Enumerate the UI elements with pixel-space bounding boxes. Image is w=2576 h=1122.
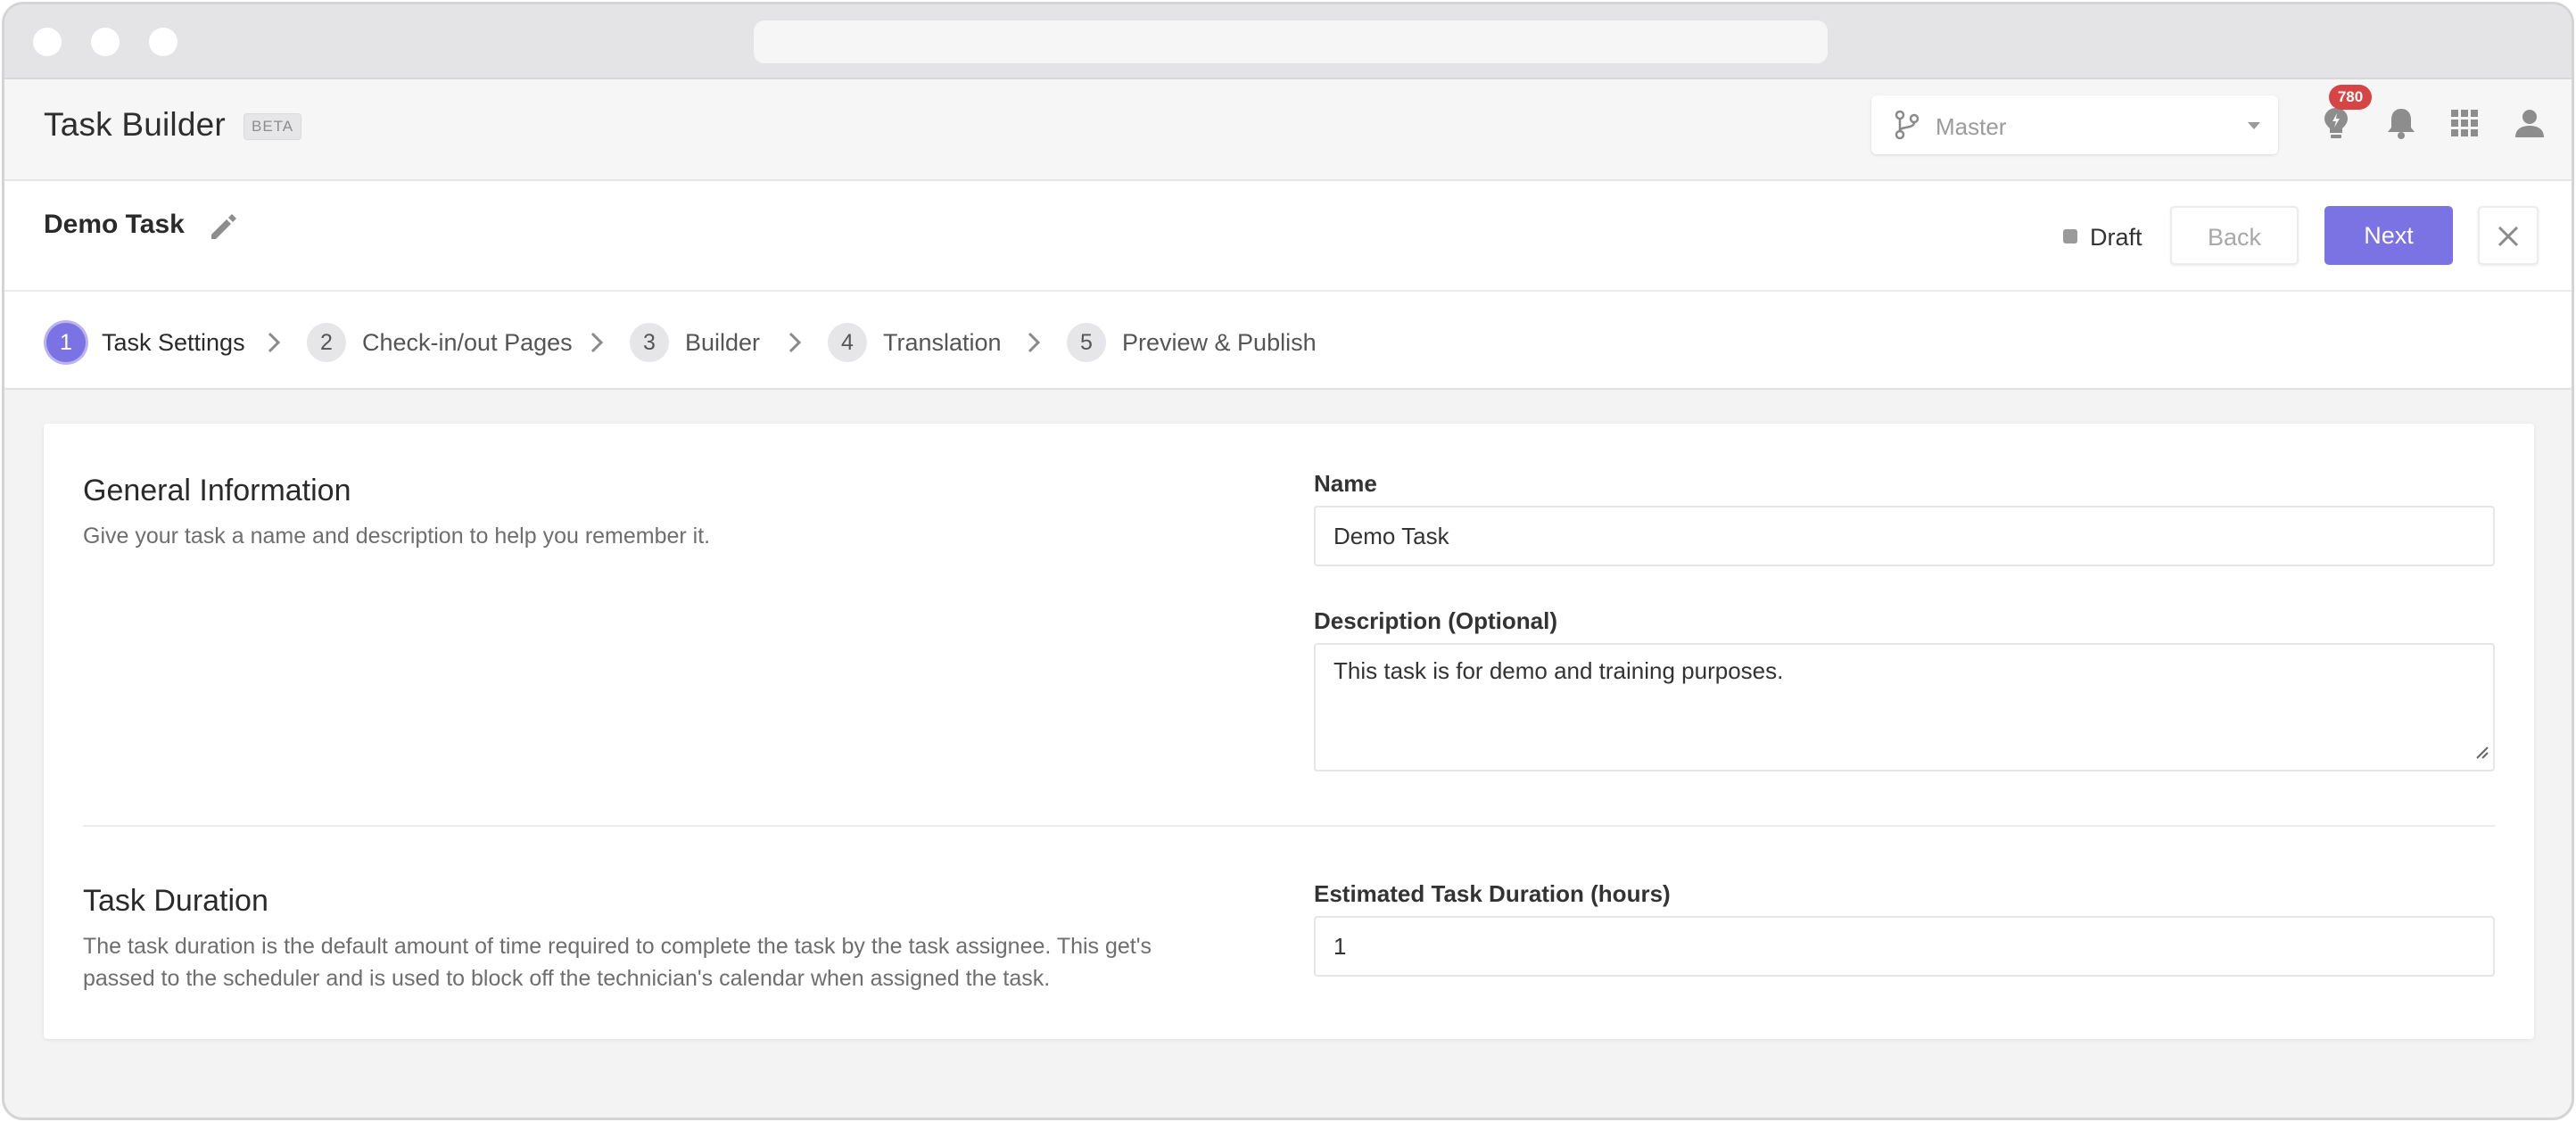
name-input[interactable]: Demo Task: [1314, 506, 2495, 566]
task-duration-description-line1: The task duration is the default amount …: [83, 934, 1152, 959]
resize-handle-icon[interactable]: [2473, 738, 2489, 766]
close-icon: [2498, 226, 2519, 247]
app-header: Task Builder BETA Master 780: [4, 79, 2572, 181]
next-button[interactable]: Next: [2324, 206, 2453, 265]
chevron-right-icon: [1027, 331, 1041, 359]
pencil-icon[interactable]: [208, 211, 238, 246]
browser-window: Task Builder BETA Master 780 Demo Task D…: [2, 2, 2574, 1120]
status-dot: [2063, 229, 2077, 243]
lightbulb-icon[interactable]: [2322, 106, 2350, 146]
chevron-down-icon: [2248, 122, 2260, 129]
notification-count-badge: 780: [2329, 85, 2372, 110]
step-task-settings[interactable]: 1 Task Settings: [46, 322, 245, 363]
branch-label: Master: [1936, 113, 2007, 140]
step-progress-bar: 1 Task Settings 2 Check-in/out Pages 3 B…: [4, 292, 2572, 390]
chevron-right-icon: [590, 331, 604, 359]
task-settings-card: General Information Give your task a nam…: [44, 424, 2534, 1039]
chevron-right-icon: [788, 331, 802, 359]
step-label: Translation: [883, 328, 1002, 356]
general-information-title: General Information: [83, 474, 351, 507]
duration-label: Estimated Task Duration (hours): [1314, 880, 1671, 907]
step-label: Preview & Publish: [1122, 328, 1317, 356]
step-label: Task Settings: [102, 328, 245, 356]
name-label: Name: [1314, 470, 1377, 497]
description-text: This task is for demo and training purpo…: [1333, 657, 1784, 684]
back-button[interactable]: Back: [2170, 206, 2299, 265]
browser-titlebar: [4, 4, 2572, 79]
duration-input[interactable]: 1: [1314, 916, 2495, 977]
step-preview-publish[interactable]: 5 Preview & Publish: [1067, 322, 1317, 363]
window-close-dot[interactable]: [33, 28, 62, 56]
step-number: 5: [1067, 323, 1106, 362]
description-textarea[interactable]: This task is for demo and training purpo…: [1314, 643, 2495, 771]
general-information-description: Give your task a name and description to…: [83, 524, 711, 549]
window-maximize-dot[interactable]: [149, 28, 178, 56]
step-number: 3: [630, 323, 669, 362]
status-badge: Draft: [2063, 224, 2143, 252]
task-name-heading: Demo Task: [44, 210, 185, 239]
bell-icon[interactable]: [2386, 106, 2416, 144]
step-number: 1: [46, 323, 86, 362]
chevron-right-icon: [267, 331, 281, 359]
task-toolbar: Demo Task Draft Back Next: [4, 181, 2572, 292]
step-check-in-out-pages[interactable]: 2 Check-in/out Pages: [307, 322, 573, 363]
git-branch-icon: [1893, 110, 1921, 144]
user-icon[interactable]: [2514, 108, 2545, 143]
app-title: Task Builder: [44, 106, 226, 143]
step-label: Builder: [685, 328, 761, 356]
step-number: 4: [828, 323, 867, 362]
step-translation[interactable]: 4 Translation: [828, 322, 1002, 363]
branch-selector[interactable]: Master: [1871, 95, 2278, 154]
address-bar[interactable]: [754, 21, 1828, 63]
task-duration-description-line2: passed to the scheduler and is used to b…: [83, 966, 1051, 991]
task-duration-title: Task Duration: [83, 884, 268, 918]
close-button[interactable]: [2478, 206, 2539, 265]
window-minimize-dot[interactable]: [91, 28, 120, 56]
status-label: Draft: [2090, 224, 2143, 251]
beta-badge: BETA: [244, 113, 302, 140]
step-builder[interactable]: 3 Builder: [630, 322, 760, 363]
step-number: 2: [307, 323, 346, 362]
apps-grid-icon[interactable]: [2451, 110, 2478, 141]
section-divider: [83, 825, 2495, 827]
step-label: Check-in/out Pages: [362, 328, 573, 356]
description-label: Description (Optional): [1314, 607, 1557, 634]
